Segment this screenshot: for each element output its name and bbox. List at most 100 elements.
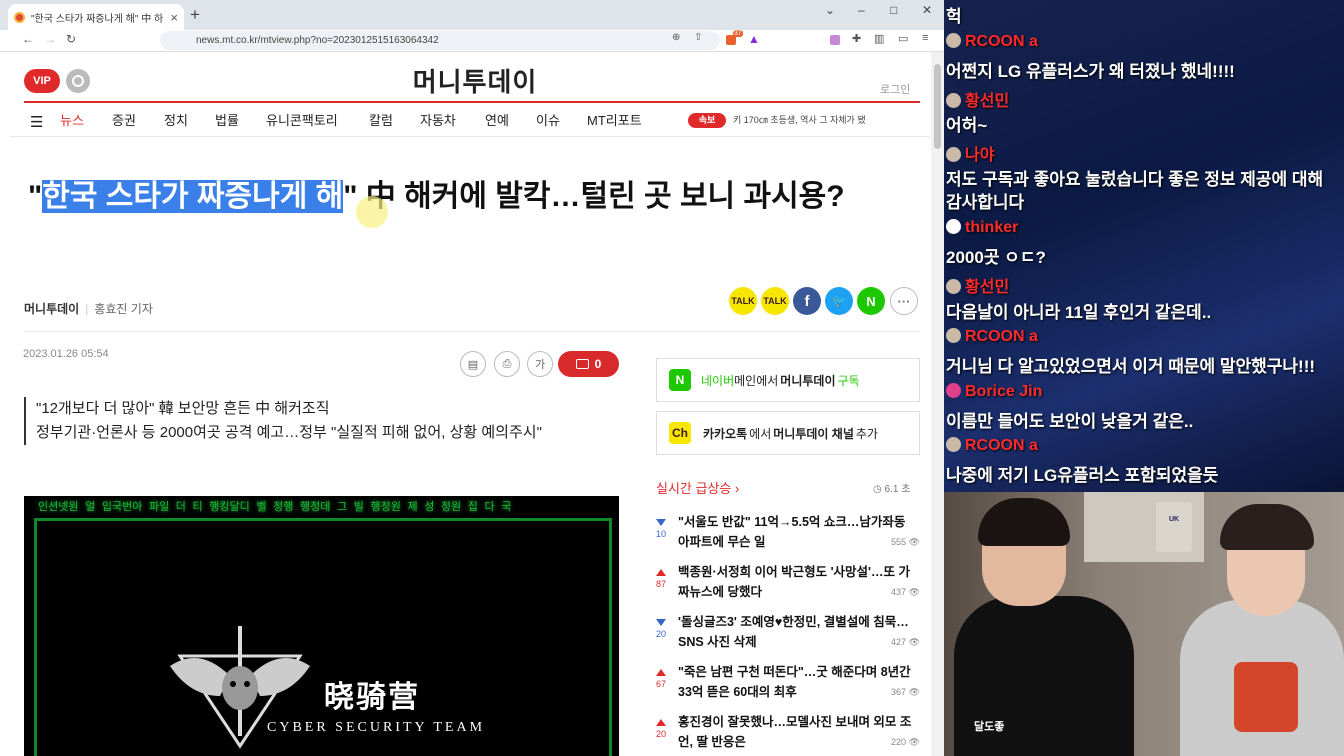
tab-bar: "한국 스타가 짜증나게 해" 中 하 × + ⌄ – □ ✕ bbox=[0, 0, 944, 30]
chat-message: 다음날이 아니라 11일 후인거 같은데.. bbox=[946, 303, 1212, 322]
article-date: 2023.01.26 05:54 bbox=[23, 348, 109, 360]
url-field[interactable]: news.mt.co.kr/mtview.php?no=202301251516… bbox=[160, 31, 720, 50]
menu-icon[interactable]: ≡ bbox=[922, 32, 928, 44]
menu-item-news[interactable]: 뉴스 bbox=[60, 110, 84, 129]
chat-message: 거니님 다 알고있었으면서 이거 때문에 말안했구나!!! bbox=[946, 357, 1316, 376]
menu-item-entertainment[interactable]: 연예 bbox=[485, 110, 509, 129]
chat-username: 나야 bbox=[946, 141, 994, 165]
naver-mid-text: 메인에서 bbox=[734, 373, 779, 388]
chat-username: 황선민 bbox=[946, 273, 1009, 297]
menu-item-mt-report[interactable]: MT리포트 bbox=[587, 110, 642, 129]
active-tab[interactable]: "한국 스타가 짜증나게 해" 中 하 × bbox=[8, 4, 184, 30]
tab-title: "한국 스타가 짜증나게 해" 中 하 bbox=[31, 13, 164, 25]
article-photo: 인션넷원 얼 입국번아 파일 더 티 행킹달디 벨 정행 행정데 그 빌 행정원… bbox=[24, 496, 619, 756]
view-count: 555 👁 bbox=[891, 537, 920, 547]
rank-change: 10 bbox=[655, 529, 666, 539]
extension-m-icon[interactable] bbox=[830, 35, 840, 45]
naver-subscribe-banner[interactable]: N 네이버 메인에서 머니투데이 구독 bbox=[656, 358, 920, 402]
comment-icon bbox=[575, 359, 589, 369]
breaking-news-text[interactable]: 키 170㎝ 초등생, 역사 그 자체가 됐 bbox=[733, 113, 866, 126]
close-window-icon[interactable]: ✕ bbox=[922, 3, 932, 17]
trending-title[interactable]: "서울도 반값" 11억→5.5억 쇼크…남가좌동 아파트에 무슨 일 bbox=[678, 512, 918, 552]
font-size-button[interactable]: 가 bbox=[527, 351, 553, 377]
back-icon[interactable]: ← bbox=[22, 32, 34, 46]
twitter-share-icon[interactable]: 🐦 bbox=[825, 287, 853, 315]
subtitle-line-2: 정부기관·언론사 등 2000여곳 공격 예고…정부 "실질적 피해 없어, 상… bbox=[36, 424, 542, 441]
kakaotalk-channel-icon[interactable]: TALK bbox=[761, 287, 789, 315]
byline-divider bbox=[24, 331, 920, 332]
close-tab-icon[interactable]: × bbox=[170, 10, 178, 25]
wall-poster: UK bbox=[1156, 502, 1192, 552]
naver-share-icon[interactable]: N bbox=[857, 287, 885, 315]
menu-item-issue[interactable]: 이슈 bbox=[536, 110, 560, 129]
maximize-icon[interactable]: □ bbox=[890, 3, 897, 17]
menu-item-unicorn[interactable]: 유니콘팩토리 bbox=[266, 110, 338, 129]
photo-matrix-text: 인션넷원 얼 입국번아 파일 더 티 행킹달디 벨 정행 행정데 그 빌 행정원… bbox=[38, 500, 512, 513]
main-menu: ☰ 뉴스 증권 정치 법률 유니콘팩토리 칼럼 자동차 연예 이슈 MT리포트 … bbox=[24, 110, 920, 136]
menu-item-auto[interactable]: 자동차 bbox=[420, 110, 456, 129]
photo-brand-text: 晓骑营 bbox=[324, 681, 420, 714]
trending-item[interactable]: 20 '돌싱글즈3' 조예영♥한정민, 결별설에 침묵…SNS 사진 삭제 42… bbox=[656, 612, 920, 662]
tab-search-icon[interactable]: ⌄ bbox=[825, 3, 835, 17]
rewards-icon[interactable]: ▲ bbox=[748, 32, 760, 46]
user-avatar-icon bbox=[946, 147, 961, 162]
subtitle-line-1: "12개보다 더 많아" 韓 보안망 흔든 中 해커조직 bbox=[36, 400, 330, 417]
menu-item-law[interactable]: 법률 bbox=[215, 110, 239, 129]
wallet-icon[interactable]: ▭ bbox=[898, 32, 908, 45]
share-icon[interactable]: ⇧ bbox=[694, 32, 702, 43]
page-scrollbar[interactable] bbox=[931, 52, 944, 756]
user-avatar-icon bbox=[946, 93, 961, 108]
print-icon[interactable]: ⎙ bbox=[494, 351, 520, 377]
trending-title[interactable]: 홍진경이 잘못했나…모델사진 보내며 외모 조언, 딸 반응은 bbox=[678, 712, 918, 752]
trending-title[interactable]: '돌싱글즈3' 조예영♥한정민, 결별설에 침묵…SNS 사진 삭제 bbox=[678, 612, 918, 652]
comment-button[interactable]: 0 bbox=[558, 351, 619, 377]
kakao-channel-icon: Ch bbox=[669, 422, 691, 444]
trending-item[interactable]: 10 "서울도 반값" 11억→5.5억 쇼크…남가좌동 아파트에 무슨 일 5… bbox=[656, 512, 920, 562]
kakao-channel-banner[interactable]: Ch 카카오톡 에서 머니투데이 채널 추가 bbox=[656, 411, 920, 455]
url-text: news.mt.co.kr/mtview.php?no=202301251516… bbox=[196, 35, 439, 46]
sidebar-icon[interactable]: ▥ bbox=[874, 32, 884, 45]
chat-username: RCOON a bbox=[946, 33, 1038, 51]
chat-message: 감사합니다 bbox=[946, 193, 1025, 212]
site-logo[interactable]: 머니투데이 bbox=[390, 62, 560, 99]
trending-item[interactable]: 20 홍진경이 잘못했나…모델사진 보내며 외모 조언, 딸 반응은 220 👁 bbox=[656, 712, 920, 756]
web-page: VIP 머니투데이 로그인 ☰ 뉴스 증권 정치 법률 유니콘팩토리 칼럼 자동… bbox=[10, 52, 930, 756]
trending-item[interactable]: 87 백종원·서정희 이어 박근형도 '사망설'…또 가짜뉴스에 당했다 437… bbox=[656, 562, 920, 612]
chat-message: 헉 bbox=[946, 7, 962, 26]
title-rest: " 中 해커에 발칵…털린 곳 보니 과시용? bbox=[343, 180, 845, 213]
realtime-trending-title[interactable]: 실시간 급상승 › bbox=[656, 478, 739, 497]
rank-change: 67 bbox=[655, 679, 666, 689]
zoom-icon[interactable]: ⊕ bbox=[672, 32, 680, 43]
login-link[interactable]: 로그인 bbox=[880, 81, 910, 97]
byline-reporter[interactable]: 홍효진 기자 bbox=[94, 302, 153, 316]
user-avatar-icon bbox=[946, 328, 961, 343]
kakao-label: 카카오톡 bbox=[703, 426, 748, 441]
menu-item-politics[interactable]: 정치 bbox=[164, 110, 188, 129]
more-share-icon[interactable]: ··· bbox=[890, 287, 918, 315]
facebook-share-icon[interactable]: f bbox=[793, 287, 821, 315]
scrollbar-thumb[interactable] bbox=[934, 64, 941, 149]
kakaotalk-share-icon[interactable]: TALK bbox=[729, 287, 757, 315]
menu-item-stocks[interactable]: 증권 bbox=[112, 110, 136, 129]
vip-button[interactable]: VIP bbox=[24, 69, 60, 93]
view-count: 367 👁 bbox=[891, 687, 920, 697]
user-avatar-icon bbox=[946, 383, 961, 398]
naver-label: 네이버 bbox=[701, 373, 735, 388]
chat-username: 황선민 bbox=[946, 87, 1009, 111]
chat-username: RCOON a bbox=[946, 437, 1038, 455]
extensions-puzzle-icon[interactable]: ✚ bbox=[852, 32, 861, 45]
menu-item-column[interactable]: 칼럼 bbox=[369, 110, 393, 129]
minimize-icon[interactable]: – bbox=[858, 3, 865, 17]
forward-icon[interactable]: → bbox=[44, 32, 56, 46]
reload-icon[interactable]: ↻ bbox=[66, 32, 76, 46]
trending-item[interactable]: 67 "죽은 남편 구천 떠돈다"…굿 해준다며 8년간 33억 뜯은 60대의… bbox=[656, 662, 920, 712]
trending-title[interactable]: 백종원·서정희 이어 박근형도 '사망설'…또 가짜뉴스에 당했다 bbox=[678, 562, 918, 602]
article-subtitle: "12개보다 더 많아" 韓 보안망 흔든 中 해커조직 정부기관·언론사 등 … bbox=[24, 397, 614, 445]
search-icon[interactable] bbox=[66, 69, 90, 93]
copy-article-icon[interactable]: ▤ bbox=[460, 351, 486, 377]
hamburger-menu-icon[interactable]: ☰ bbox=[30, 113, 43, 131]
chat-message: 2000곳 ㅇㄷ? bbox=[946, 248, 1046, 267]
new-tab-icon[interactable]: + bbox=[190, 5, 200, 25]
photo-team-text: CYBER SECURITY TEAM bbox=[267, 720, 486, 735]
trending-title[interactable]: "죽은 남편 구천 떠돈다"…굿 해준다며 8년간 33억 뜯은 60대의 최후 bbox=[678, 662, 918, 702]
